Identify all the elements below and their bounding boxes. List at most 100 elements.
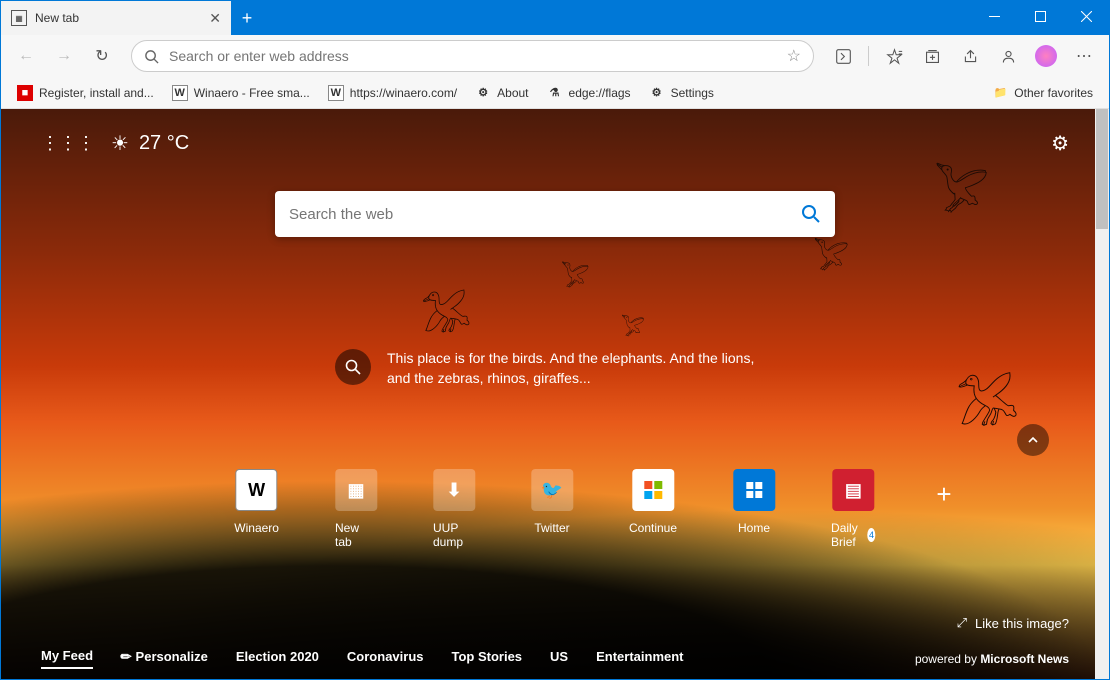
feed-tab-top-stories[interactable]: Top Stories [452, 649, 523, 668]
bookmark-label: Other favorites [1014, 86, 1093, 100]
ntp-search-input[interactable] [289, 206, 801, 223]
like-image-label: Like this image? [975, 616, 1069, 631]
bookmark-favicon: ■ [17, 85, 33, 101]
tab-title: New tab [35, 11, 79, 25]
weather-widget[interactable]: ☀ 27 °C [111, 131, 189, 156]
add-tile-button[interactable]: + [929, 479, 959, 509]
minimize-button[interactable] [971, 1, 1017, 31]
grid-menu-icon[interactable]: ⋮⋮⋮ [41, 133, 95, 154]
bookmark-label: Winaero - Free sma... [194, 86, 310, 100]
feed-nav: My Feed ✎ Personalize Election 2020 Coro… [41, 648, 1069, 669]
pencil-icon: ✎ [117, 647, 136, 666]
tile-icon [733, 469, 775, 511]
tile-continue[interactable]: Continue [629, 469, 677, 549]
browser-tab[interactable]: ▦ New tab ✕ [1, 1, 231, 35]
bookmark-item[interactable]: ⚙ Settings [641, 81, 722, 105]
feed-tab-us[interactable]: US [550, 649, 568, 668]
tracking-prevention-icon[interactable] [826, 39, 860, 73]
bookmark-label: edge://flags [569, 86, 631, 100]
other-favorites[interactable]: 📁 Other favorites [984, 81, 1101, 105]
scroll-up-button[interactable] [1017, 424, 1049, 456]
bookmark-item[interactable]: W Winaero - Free sma... [164, 81, 318, 105]
profile-avatar[interactable] [1029, 39, 1063, 73]
toolbar-separator [868, 46, 869, 66]
feed-tab-my-feed[interactable]: My Feed [41, 648, 93, 669]
tile-label: Home [738, 521, 770, 535]
bookmark-item[interactable]: ⚗ edge://flags [539, 81, 639, 105]
tile-daily-brief[interactable]: ▤ Daily Brief 4 [831, 469, 876, 549]
feed-tab-entertainment[interactable]: Entertainment [596, 649, 683, 668]
bookmark-label: Settings [671, 86, 714, 100]
ntp-topbar: ⋮⋮⋮ ☀ 27 °C ⚙ [41, 131, 1069, 156]
tile-label: UUP dump [433, 521, 475, 549]
titlebar: ▦ New tab ✕ + [1, 1, 1109, 35]
tile-badge: 4 [867, 528, 875, 542]
bookmark-favicon: W [172, 85, 188, 101]
tile-icon: ▦ [335, 469, 377, 511]
image-hint[interactable]: This place is for the birds. And the ele… [335, 349, 775, 388]
favorite-star-icon[interactable]: ☆ [787, 46, 801, 66]
profile-button[interactable] [991, 39, 1025, 73]
new-tab-page: 𓅯 𓅯 𓅮 𓅯 𓅯 𓅮 ⋮⋮⋮ ☀ 27 °C ⚙ This place is … [1, 109, 1109, 679]
bookmark-item[interactable]: ⚙ About [467, 81, 536, 105]
gear-icon: ⚙ [649, 85, 665, 101]
scrollbar[interactable] [1095, 109, 1109, 679]
sun-icon: ☀ [111, 131, 129, 156]
menu-button[interactable]: ⋯ [1067, 39, 1101, 73]
bookmarks-bar: ■ Register, install and... W Winaero - F… [1, 77, 1109, 109]
bookmark-item[interactable]: ■ Register, install and... [9, 81, 162, 105]
share-button[interactable] [953, 39, 987, 73]
magnify-icon [335, 349, 371, 385]
ntp-search-box[interactable] [275, 191, 835, 237]
bookmark-label: https://winaero.com/ [350, 86, 457, 100]
tile-icon: W [236, 469, 278, 511]
forward-button[interactable]: → [47, 39, 81, 73]
feed-tab-coronavirus[interactable]: Coronavirus [347, 649, 424, 668]
maximize-button[interactable] [1017, 1, 1063, 31]
bookmark-label: Register, install and... [39, 86, 154, 100]
bookmark-favicon: W [328, 85, 344, 101]
tile-icon [632, 469, 674, 511]
tile-label: Daily Brief 4 [831, 521, 876, 549]
tile-icon: 🐦 [531, 469, 573, 511]
search-icon [144, 49, 159, 64]
feed-tab-personalize[interactable]: ✎ Personalize [121, 649, 208, 669]
tile-icon: ⬇ [433, 469, 475, 511]
flask-icon: ⚗ [547, 85, 563, 101]
gear-icon: ⚙ [475, 85, 491, 101]
collections-button[interactable] [915, 39, 949, 73]
hint-text: This place is for the birds. And the ele… [387, 349, 775, 388]
back-button[interactable]: ← [9, 39, 43, 73]
window-controls [971, 1, 1109, 31]
like-image-link[interactable]: ⤢ Like this image? [957, 615, 1069, 631]
search-submit-icon[interactable] [801, 204, 821, 224]
favorites-button[interactable] [877, 39, 911, 73]
tile-icon: ▤ [832, 469, 874, 511]
tab-favicon: ▦ [11, 10, 27, 26]
temperature: 27 °C [139, 132, 189, 155]
address-bar[interactable]: ☆ [131, 40, 814, 72]
quick-links: W Winaero ▦ New tab ⬇ UUP dump 🐦 Twitter… [234, 469, 875, 549]
tile-uup-dump[interactable]: ⬇ UUP dump [433, 469, 475, 549]
bookmark-item[interactable]: W https://winaero.com/ [320, 81, 465, 105]
tile-home[interactable]: Home [733, 469, 775, 549]
bookmark-label: About [497, 86, 528, 100]
tile-winaero[interactable]: W Winaero [234, 469, 279, 549]
folder-icon: 📁 [992, 85, 1008, 101]
new-tab-button[interactable]: + [231, 1, 263, 35]
tile-twitter[interactable]: 🐦 Twitter [531, 469, 573, 549]
tile-label: Winaero [234, 521, 279, 535]
refresh-button[interactable]: ↻ [85, 39, 119, 73]
close-tab-icon[interactable]: ✕ [209, 10, 221, 27]
tile-label: Continue [629, 521, 677, 535]
expand-icon: ⤢ [957, 615, 967, 631]
scrollbar-thumb[interactable] [1096, 109, 1108, 229]
tile-label: Twitter [534, 521, 569, 535]
address-input[interactable] [169, 48, 777, 64]
tile-new-tab[interactable]: ▦ New tab [335, 469, 377, 549]
toolbar: ← → ↻ ☆ ⋯ [1, 35, 1109, 77]
feed-tab-election[interactable]: Election 2020 [236, 649, 319, 668]
powered-by: powered by Microsoft News [915, 652, 1069, 666]
page-settings-icon[interactable]: ⚙ [1051, 131, 1069, 156]
close-window-button[interactable] [1063, 1, 1109, 31]
